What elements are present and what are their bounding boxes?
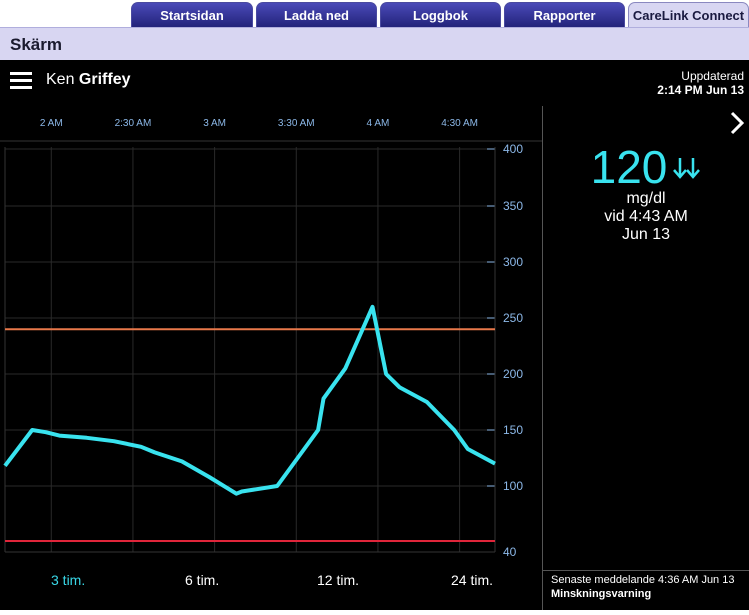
- time-range-selector: 3 tim. 6 tim. 12 tim. 24 tim.: [0, 106, 542, 610]
- alert-message: Minskningsvarning: [551, 587, 749, 601]
- glucose-unit: mg/dl: [543, 190, 749, 208]
- patient-first-name: Ken: [46, 71, 74, 88]
- tab-bar: Startsidan Ladda ned Loggbok Rapporter C…: [0, 0, 749, 27]
- tab-startsidan[interactable]: Startsidan: [131, 2, 253, 27]
- glucose-value: 120: [591, 140, 668, 194]
- monitor-screen: Ken Griffey Uppdaterad 2:14 PM Jun 13 2 …: [0, 60, 749, 610]
- page-title: Skärm: [10, 35, 62, 55]
- glucose-chart: 2 AM2:30 AM3 AM3:30 AM4 AM4:30 AM4003503…: [0, 106, 542, 610]
- updated-label: Uppdaterad: [657, 69, 744, 83]
- hamburger-menu-icon[interactable]: [10, 69, 32, 91]
- menu-bar-1: [10, 72, 32, 75]
- range-24h-button[interactable]: 24 tim.: [451, 572, 493, 588]
- range-3h-button[interactable]: 3 tim.: [51, 572, 85, 588]
- current-reading: 120 mg/dl vid 4:43 AM Jun 13: [543, 140, 749, 244]
- reading-time: vid 4:43 AM: [543, 208, 749, 226]
- last-alert: Senaste meddelande 4:36 AM Jun 13 Minskn…: [543, 570, 749, 610]
- alert-prefix: Senaste meddelande 4:36 AM Jun 13: [551, 573, 749, 587]
- updated-info: Uppdaterad 2:14 PM Jun 13: [657, 69, 744, 97]
- reading-date: Jun 13: [543, 226, 749, 244]
- page-header: Skärm: [0, 27, 749, 60]
- double-down-arrow-icon: [671, 156, 701, 180]
- menu-bar-2: [10, 79, 32, 82]
- tab-ladda-ned[interactable]: Ladda ned: [256, 2, 377, 27]
- tab-loggbok[interactable]: Loggbok: [380, 2, 501, 27]
- patient-last-name: Griffey: [79, 71, 131, 88]
- tab-rapporter[interactable]: Rapporter: [504, 2, 625, 27]
- range-6h-button[interactable]: 6 tim.: [185, 572, 219, 588]
- updated-time: 2:14 PM Jun 13: [657, 83, 744, 97]
- chevron-right-icon[interactable]: [729, 111, 745, 135]
- range-12h-button[interactable]: 12 tim.: [317, 572, 359, 588]
- tab-carelink-connect[interactable]: CareLink Connect: [628, 2, 749, 28]
- patient-name: Ken Griffey: [46, 71, 131, 89]
- menu-bar-3: [10, 86, 32, 89]
